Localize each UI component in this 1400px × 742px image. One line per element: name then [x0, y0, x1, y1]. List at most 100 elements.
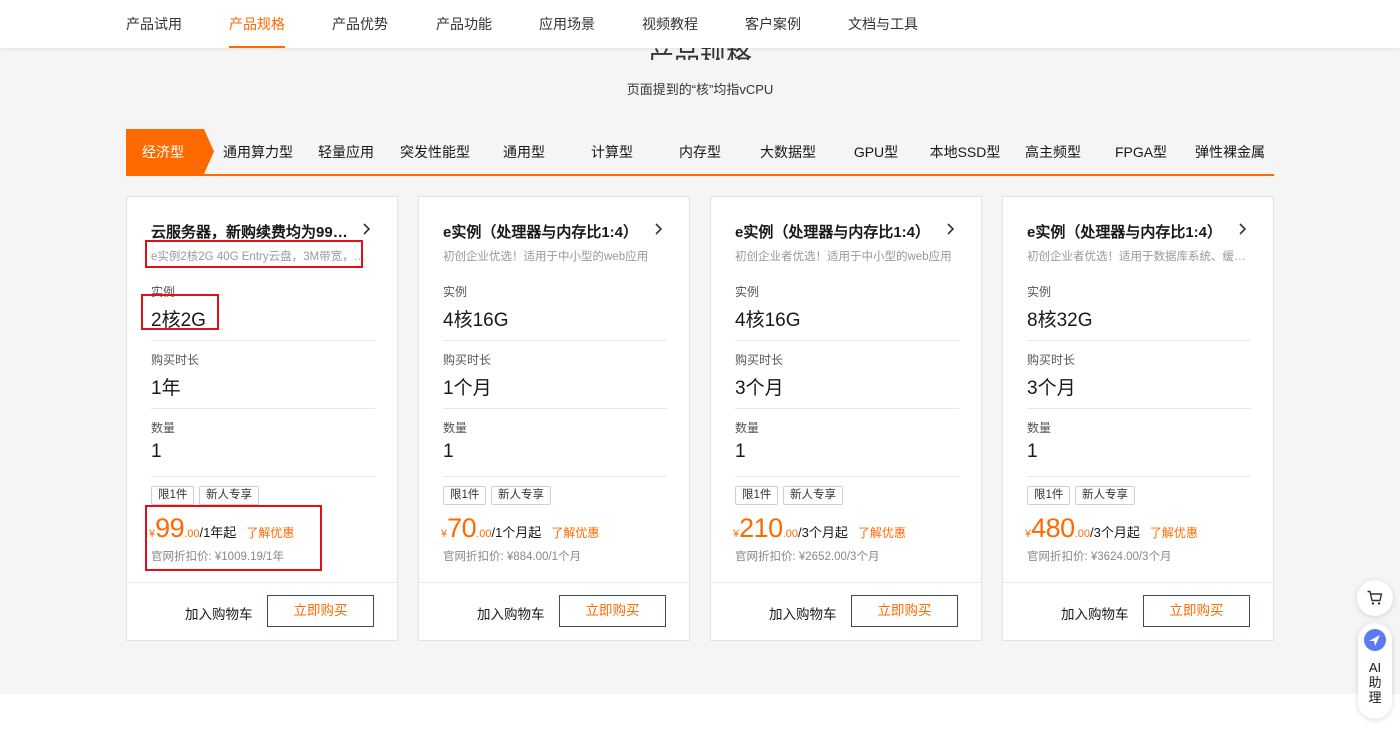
tab-fpga[interactable]: FPGA型	[1096, 129, 1186, 174]
nav-item-scenarios[interactable]: 应用场景	[539, 0, 595, 48]
shopping-cart-icon	[1367, 590, 1383, 605]
nav-item-cases[interactable]: 客户案例	[745, 0, 801, 48]
duration-value[interactable]: 1年	[151, 373, 181, 400]
tab-economy[interactable]: 经济型	[126, 129, 214, 174]
duration-label: 购买时长	[151, 353, 200, 367]
ai-assistant-label: AI 助理	[1368, 660, 1382, 705]
divider	[151, 476, 375, 477]
tag-limit: 限1件	[735, 486, 779, 505]
promo-link[interactable]: 了解优惠	[551, 524, 599, 541]
tab-bigdata[interactable]: 大数据型	[744, 129, 832, 174]
add-to-cart-button[interactable]: 加入购物车	[185, 603, 253, 623]
price-unit: /3个月起	[797, 525, 848, 540]
price-integer: 480	[1031, 513, 1075, 543]
tab-high-frequency[interactable]: 高主频型	[1010, 129, 1096, 174]
tab-compute[interactable]: 计算型	[568, 129, 656, 174]
tab-gpu[interactable]: GPU型	[832, 129, 920, 174]
tag-limit: 限1件	[443, 486, 487, 505]
tag-new-user: 新人专享	[199, 486, 259, 505]
highlight-box-instance	[141, 294, 219, 330]
nav-item-videos[interactable]: 视频教程	[642, 0, 698, 48]
card-title[interactable]: e实例（处理器与内存比1:4）	[443, 221, 643, 242]
instance-value[interactable]: 4核16G	[443, 305, 508, 332]
category-tabs: 经济型 通用算力型 轻量应用 突发性能型 通用型 计算型 内存型 大数据型 GP…	[126, 129, 1274, 176]
divider	[735, 476, 959, 477]
nav-item-trial[interactable]: 产品试用	[126, 0, 182, 48]
divider	[443, 340, 667, 341]
instance-value[interactable]: 8核32G	[1027, 305, 1092, 332]
product-card: e实例（处理器与内存比1:4） 初创企业者优选！适用于数据库系统、缓存服务 实例…	[1002, 196, 1274, 641]
quantity-value[interactable]: 1	[443, 441, 454, 463]
card-title[interactable]: 云服务器，新购续费均为99元/年	[151, 221, 351, 242]
chevron-right-icon[interactable]	[361, 222, 371, 236]
divider	[1027, 476, 1251, 477]
chevron-right-icon[interactable]	[1237, 222, 1247, 236]
tab-local-ssd[interactable]: 本地SSD型	[920, 129, 1010, 174]
top-nav: 产品试用 产品规格 产品优势 产品功能 应用场景 视频教程 客户案例 文档与工具	[0, 0, 1400, 48]
tab-general[interactable]: 通用型	[480, 129, 568, 174]
buy-now-button[interactable]: 立即购买	[267, 595, 374, 627]
nav-item-docs[interactable]: 文档与工具	[848, 0, 918, 48]
add-to-cart-button[interactable]: 加入购物车	[477, 603, 545, 623]
tab-lightweight[interactable]: 轻量应用	[302, 129, 390, 174]
buy-now-button[interactable]: 立即购买	[851, 595, 958, 627]
add-to-cart-button[interactable]: 加入购物车	[1061, 603, 1129, 623]
highlight-box-price	[145, 505, 322, 571]
price-integer: 70	[447, 513, 477, 543]
ai-assistant-button[interactable]: AI 助理	[1358, 623, 1392, 719]
price-decimal: .00	[1074, 528, 1090, 540]
promo-link[interactable]: 了解优惠	[1150, 524, 1198, 541]
duration-value[interactable]: 3个月	[735, 373, 784, 400]
buy-now-button[interactable]: 立即购买	[559, 595, 666, 627]
tag-new-user: 新人专享	[491, 486, 551, 505]
price-decimal: .00	[782, 528, 798, 540]
floating-cart-button[interactable]	[1357, 580, 1393, 616]
promo-link[interactable]: 了解优惠	[858, 524, 906, 541]
tab-bare-metal[interactable]: 弹性裸金属	[1186, 129, 1274, 174]
quantity-value[interactable]: 1	[735, 441, 746, 463]
instance-label: 实例	[1027, 285, 1052, 299]
product-card: e实例（处理器与内存比1:4） 初创企业者优选！适用于中小型的web应用 实例 …	[710, 196, 982, 641]
original-price: 官网折扣价: ¥3624.00/3个月	[1027, 551, 1172, 563]
price-decimal: .00	[476, 528, 492, 540]
card-footer: 加入购物车 立即购买	[419, 582, 689, 640]
duration-value[interactable]: 1个月	[443, 373, 492, 400]
price-row: ¥70.00/1个月起 了解优惠	[441, 513, 599, 545]
tab-memory[interactable]: 内存型	[656, 129, 744, 174]
tab-burstable[interactable]: 突发性能型	[390, 129, 480, 174]
nav-item-features[interactable]: 产品功能	[436, 0, 492, 48]
price-unit: /3个月起	[1089, 525, 1140, 540]
divider	[151, 408, 375, 409]
duration-label: 购买时长	[735, 353, 784, 367]
quantity-value[interactable]: 1	[1027, 441, 1038, 463]
original-price: 官网折扣价: ¥884.00/1个月	[443, 551, 582, 563]
tag-new-user: 新人专享	[1075, 486, 1135, 505]
quantity-value[interactable]: 1	[151, 441, 162, 463]
quantity-label: 数量	[735, 421, 760, 435]
card-title[interactable]: e实例（处理器与内存比1:4）	[1027, 221, 1227, 242]
card-footer: 加入购物车 立即购买	[711, 582, 981, 640]
tab-general-compute[interactable]: 通用算力型	[214, 129, 302, 174]
divider	[443, 476, 667, 477]
chevron-right-icon[interactable]	[945, 222, 955, 236]
duration-label: 购买时长	[443, 353, 492, 367]
buy-now-button[interactable]: 立即购买	[1143, 595, 1250, 627]
price-row: ¥210.00/3个月起 了解优惠	[733, 513, 906, 545]
divider	[735, 340, 959, 341]
chevron-right-icon[interactable]	[653, 222, 663, 236]
duration-label: 购买时长	[1027, 353, 1076, 367]
card-title[interactable]: e实例（处理器与内存比1:4）	[735, 221, 935, 242]
quantity-label: 数量	[151, 421, 176, 435]
tag-limit: 限1件	[1027, 486, 1071, 505]
add-to-cart-button[interactable]: 加入购物车	[769, 603, 837, 623]
nav-item-specs[interactable]: 产品规格	[229, 0, 285, 48]
price-row: ¥480.00/3个月起 了解优惠	[1025, 513, 1198, 545]
divider	[151, 340, 375, 341]
card-description: 初创企业者优选！适用于中小型的web应用	[735, 251, 952, 263]
instance-label: 实例	[735, 285, 760, 299]
card-footer: 加入购物车 立即购买	[127, 582, 397, 640]
nav-item-advantages[interactable]: 产品优势	[332, 0, 388, 48]
quantity-label: 数量	[443, 421, 468, 435]
instance-value[interactable]: 4核16G	[735, 305, 800, 332]
duration-value[interactable]: 3个月	[1027, 373, 1076, 400]
